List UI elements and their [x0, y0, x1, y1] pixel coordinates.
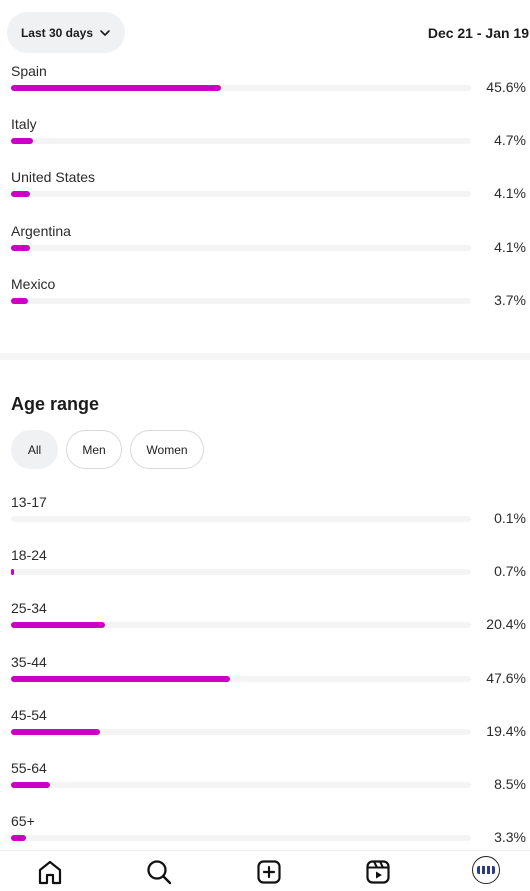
search-tab[interactable] — [145, 858, 173, 886]
country-row: Mexico 3.7% — [0, 276, 530, 329]
bottom-navigation-bar — [0, 850, 530, 887]
country-percent: 4.1% — [494, 185, 526, 201]
date-range-dropdown-label: Last 30 days — [21, 26, 93, 40]
bar-fill — [11, 138, 33, 144]
country-row: Spain 45.6% — [0, 63, 530, 116]
age-range-title: Age range — [11, 394, 99, 415]
bar-track — [11, 622, 471, 628]
bar-fill — [11, 729, 100, 735]
chevron-down-icon — [99, 27, 111, 39]
bar-track — [11, 516, 471, 522]
age-percent: 3.3% — [494, 829, 526, 845]
bar-track — [11, 85, 471, 91]
country-percent: 4.1% — [494, 239, 526, 255]
avatar-image — [477, 866, 495, 874]
bar-fill — [11, 622, 105, 628]
bar-track — [11, 676, 471, 682]
age-label: 45-54 — [11, 707, 47, 723]
age-row: 18-24 0.7% — [0, 547, 530, 600]
age-label: 35-44 — [11, 654, 47, 670]
create-icon — [255, 858, 283, 886]
bar-fill — [11, 782, 50, 788]
bar-fill — [11, 245, 30, 251]
country-percent: 4.7% — [494, 132, 526, 148]
age-percent: 8.5% — [494, 776, 526, 792]
country-label: Argentina — [11, 223, 71, 239]
bar-track — [11, 245, 471, 251]
country-label: Mexico — [11, 276, 55, 292]
reels-tab[interactable] — [364, 858, 392, 886]
country-percent: 45.6% — [486, 79, 526, 95]
country-label: United States — [11, 169, 95, 185]
filter-chip-men[interactable]: Men — [66, 430, 122, 469]
bar-track — [11, 782, 471, 788]
profile-avatar[interactable] — [472, 856, 500, 884]
filter-chip-all[interactable]: All — [11, 430, 58, 469]
top-header: Last 30 days Dec 21 - Jan 19 — [0, 0, 530, 62]
country-row: United States 4.1% — [0, 169, 530, 222]
bar-fill — [11, 835, 26, 841]
reels-icon — [364, 858, 392, 886]
age-row: 25-34 20.4% — [0, 600, 530, 653]
age-label: 13-17 — [11, 494, 47, 510]
bar-fill — [11, 569, 14, 575]
bar-track — [11, 729, 471, 735]
age-label: 25-34 — [11, 600, 47, 616]
age-percent: 0.1% — [494, 510, 526, 526]
search-icon — [145, 858, 173, 886]
bar-track — [11, 191, 471, 197]
bar-fill — [11, 85, 221, 91]
country-row: Italy 4.7% — [0, 116, 530, 169]
age-row: 55-64 8.5% — [0, 760, 530, 813]
bar-track — [11, 138, 471, 144]
country-row: Argentina 4.1% — [0, 223, 530, 276]
age-label: 18-24 — [11, 547, 47, 563]
age-row: 13-17 0.1% — [0, 494, 530, 547]
home-icon — [36, 858, 64, 886]
bar-track — [11, 298, 471, 304]
age-row: 45-54 19.4% — [0, 707, 530, 760]
date-range-text: Dec 21 - Jan 19 — [428, 25, 529, 41]
bar-fill — [11, 298, 28, 304]
filter-chip-women[interactable]: Women — [130, 430, 204, 469]
date-range-dropdown[interactable]: Last 30 days — [7, 12, 125, 53]
age-percent: 47.6% — [486, 670, 526, 686]
bar-track — [11, 569, 471, 575]
bar-fill — [11, 676, 230, 682]
create-tab[interactable] — [255, 858, 283, 886]
home-tab[interactable] — [36, 858, 64, 886]
age-row: 35-44 47.6% — [0, 654, 530, 707]
age-percent: 20.4% — [486, 616, 526, 632]
age-percent: 0.7% — [494, 563, 526, 579]
age-percent: 19.4% — [486, 723, 526, 739]
country-label: Italy — [11, 116, 37, 132]
age-label: 55-64 — [11, 760, 47, 776]
bar-track — [11, 835, 471, 841]
bar-fill — [11, 191, 30, 197]
age-label: 65+ — [11, 813, 35, 829]
country-percent: 3.7% — [494, 292, 526, 308]
country-label: Spain — [11, 63, 47, 79]
section-divider — [0, 353, 530, 360]
